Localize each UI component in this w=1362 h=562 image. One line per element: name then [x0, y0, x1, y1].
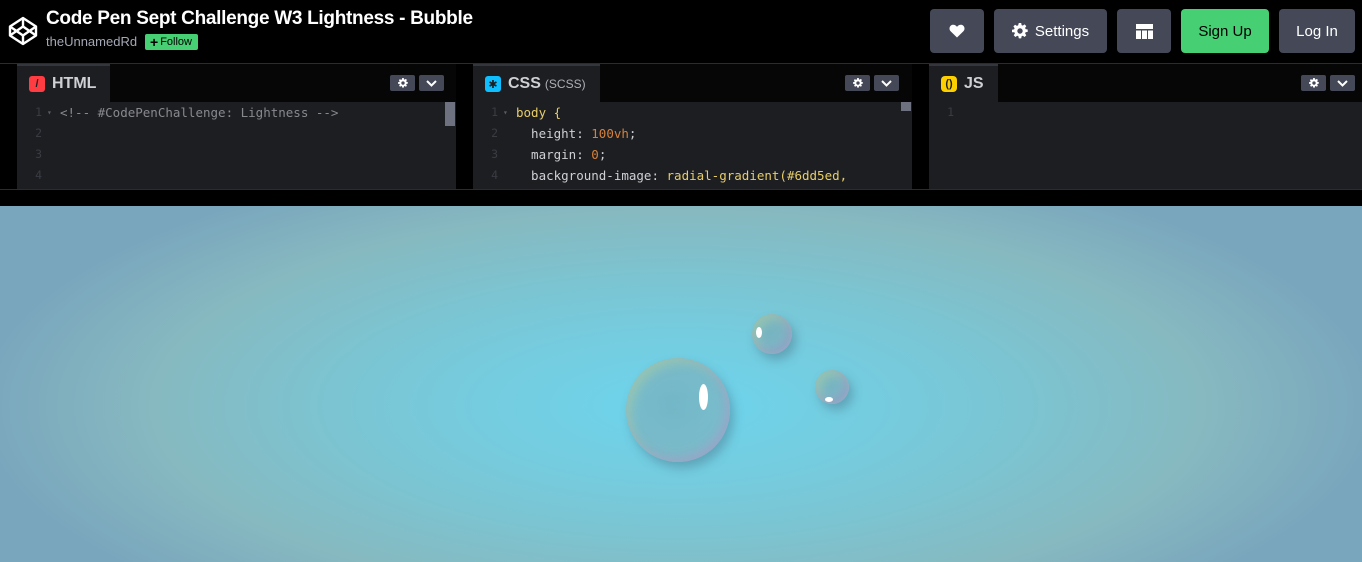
- code-line: 3: [35, 147, 42, 161]
- js-code[interactable]: 1: [929, 102, 1362, 190]
- gear-icon: [1308, 78, 1319, 88]
- html-code[interactable]: 1 ▾ <!-- #CodePenChallenge: Lightness --> …: [17, 102, 456, 190]
- bubble-highlight: [756, 327, 762, 338]
- gear-icon: [397, 78, 408, 88]
- css-editor-header: ✱ CSS (SCSS): [473, 64, 912, 102]
- bubble-highlight: [825, 397, 833, 402]
- change-view-button[interactable]: [1117, 9, 1171, 53]
- bubble-medium: [752, 314, 792, 354]
- follow-label: Follow: [160, 36, 192, 48]
- signup-button[interactable]: Sign Up: [1181, 9, 1269, 53]
- heart-icon: [949, 24, 965, 38]
- js-tab[interactable]: () JS: [929, 64, 998, 102]
- header: Code Pen Sept Challenge W3 Lightness - B…: [0, 0, 1362, 63]
- css-settings-button[interactable]: [845, 75, 870, 91]
- html-collapse-button[interactable]: [419, 75, 444, 91]
- author-link[interactable]: theUnnamedRd: [46, 34, 137, 49]
- bubble-highlight: [699, 384, 708, 410]
- code-line: 1 ▾ body {: [491, 105, 562, 120]
- html-editor-header: / HTML: [17, 64, 456, 102]
- css-editor[interactable]: ✱ CSS (SCSS) 1 ▾ body { 2 height: 100vh; 3…: [473, 64, 912, 190]
- gear-icon: [852, 78, 863, 88]
- html-editor[interactable]: / HTML 1 ▾ <!-- #CodePenChallenge: Lightne…: [17, 64, 456, 190]
- editor-gutter: [456, 64, 473, 190]
- code-line: 3 margin: 0;: [491, 147, 607, 162]
- pen-title[interactable]: Code Pen Sept Challenge W3 Lightness - B…: [46, 8, 473, 30]
- code-line: 1 ▾ <!-- #CodePenChallenge: Lightness -->: [35, 105, 339, 120]
- plus-icon: +: [150, 34, 159, 50]
- settings-button[interactable]: Settings: [994, 9, 1107, 53]
- love-button[interactable]: [930, 9, 984, 53]
- bubble-large: [626, 358, 730, 462]
- code-line: 2: [35, 126, 42, 140]
- layout-grid-icon: [1135, 23, 1153, 39]
- editor-resize-bar[interactable]: [0, 189, 1362, 206]
- css-code[interactable]: 1 ▾ body { 2 height: 100vh; 3 margin: 0; 4…: [473, 102, 912, 190]
- code-line: 1: [947, 105, 954, 119]
- editor-area: / HTML 1 ▾ <!-- #CodePenChallenge: Lightne…: [0, 63, 1362, 190]
- follow-button[interactable]: + Follow: [145, 34, 198, 50]
- js-collapse-button[interactable]: [1330, 75, 1355, 91]
- login-button[interactable]: Log In: [1279, 9, 1355, 53]
- css-preprocessor-label: (SCSS): [544, 77, 586, 91]
- css-scrollbar[interactable]: [901, 102, 911, 111]
- html-slash-icon: /: [29, 76, 45, 92]
- html-tab-label: HTML: [52, 75, 97, 92]
- css-editor-controls: [845, 75, 899, 91]
- css-asterisk-icon: ✱: [485, 76, 501, 92]
- css-tab[interactable]: ✱ CSS (SCSS): [473, 64, 600, 102]
- gear-icon: [1011, 23, 1028, 39]
- html-editor-controls: [390, 75, 444, 91]
- codepen-logo-icon[interactable]: [7, 15, 39, 47]
- chevron-down-icon: [1337, 79, 1348, 87]
- js-editor-header: () JS: [929, 64, 1362, 102]
- html-scrollbar[interactable]: [445, 102, 455, 126]
- bubble-small: [815, 370, 849, 404]
- editor-gutter: [0, 64, 17, 190]
- js-braces-icon: (): [941, 76, 957, 92]
- code-line: 4: [35, 168, 42, 182]
- html-settings-button[interactable]: [390, 75, 415, 91]
- js-settings-button[interactable]: [1301, 75, 1326, 91]
- chevron-down-icon: [426, 79, 437, 87]
- code-line: 2 height: 100vh;: [491, 126, 637, 141]
- js-editor-controls: [1301, 75, 1355, 91]
- chevron-down-icon: [881, 79, 892, 87]
- settings-label: Settings: [1034, 22, 1090, 40]
- result-preview[interactable]: [0, 206, 1362, 562]
- js-editor[interactable]: () JS 1: [929, 64, 1362, 190]
- css-collapse-button[interactable]: [874, 75, 899, 91]
- html-tab[interactable]: / HTML: [17, 64, 111, 102]
- js-tab-label: JS: [964, 75, 984, 92]
- css-tab-label: CSS: [508, 75, 541, 92]
- editor-gutter: [912, 64, 929, 190]
- code-line: 4 background-image: radial-gradient (#6dd…: [491, 168, 848, 183]
